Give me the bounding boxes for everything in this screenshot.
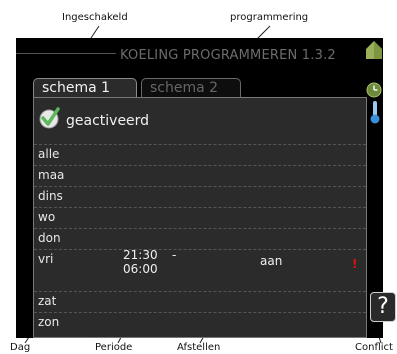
day-label: dins [38, 189, 63, 203]
annotation-enabled: Ingeschakeld [62, 12, 128, 23]
day-label: don [38, 231, 61, 245]
thermometer-icon[interactable] [370, 100, 380, 124]
day-row-tue[interactable]: dins [34, 186, 366, 204]
period-start: 21:30 [123, 248, 158, 262]
annotation-period: Periode [95, 342, 133, 353]
day-label: maa [38, 168, 65, 182]
period-value[interactable]: 21:30 06:00 [123, 248, 158, 276]
day-row-wed[interactable]: wo [34, 207, 366, 225]
setting-value[interactable]: aan [260, 254, 282, 268]
display-screen: KOELING PROGRAMMEREN 1.3.2 schema 1 sche… [16, 38, 396, 338]
activated-label: geactiveerd [66, 113, 150, 129]
day-row-sat[interactable]: zat [34, 291, 366, 309]
schedule-panel: geactiveerd alle maa dins wo don vri zat… [33, 97, 367, 338]
day-row-thu[interactable]: don [34, 228, 366, 246]
day-row-all[interactable]: alle [34, 144, 366, 162]
checkmark-icon [39, 107, 60, 129]
screen-title: KOELING PROGRAMMEREN 1.3.2 [120, 48, 336, 63]
annotation-programming: programmering [230, 12, 309, 23]
clock-icon[interactable] [366, 82, 382, 98]
period-end: 06:00 [123, 262, 158, 276]
house-icon[interactable] [365, 40, 383, 60]
day-row-fri[interactable]: vri [34, 249, 366, 267]
annotation-day: Dag [10, 342, 31, 353]
annotation-adjust: Afstellen [177, 342, 221, 353]
conflict-marker: ! [352, 257, 358, 271]
help-button[interactable]: ? [370, 292, 396, 322]
tab-schema-1[interactable]: schema 1 [33, 78, 137, 97]
day-row-mon[interactable]: maa [34, 165, 366, 183]
day-label: wo [38, 210, 56, 224]
activation-toggle[interactable]: geactiveerd [34, 107, 366, 135]
day-label: zon [38, 315, 60, 329]
day-label: vri [38, 252, 54, 266]
period-separator: - [172, 248, 177, 262]
day-label: alle [38, 147, 60, 161]
day-label: zat [38, 294, 57, 308]
day-row-sun[interactable]: zon [34, 312, 366, 330]
annotation-conflict: Conflict [355, 342, 393, 353]
title-divider [16, 53, 116, 54]
tab-schema-2[interactable]: schema 2 [141, 78, 241, 97]
